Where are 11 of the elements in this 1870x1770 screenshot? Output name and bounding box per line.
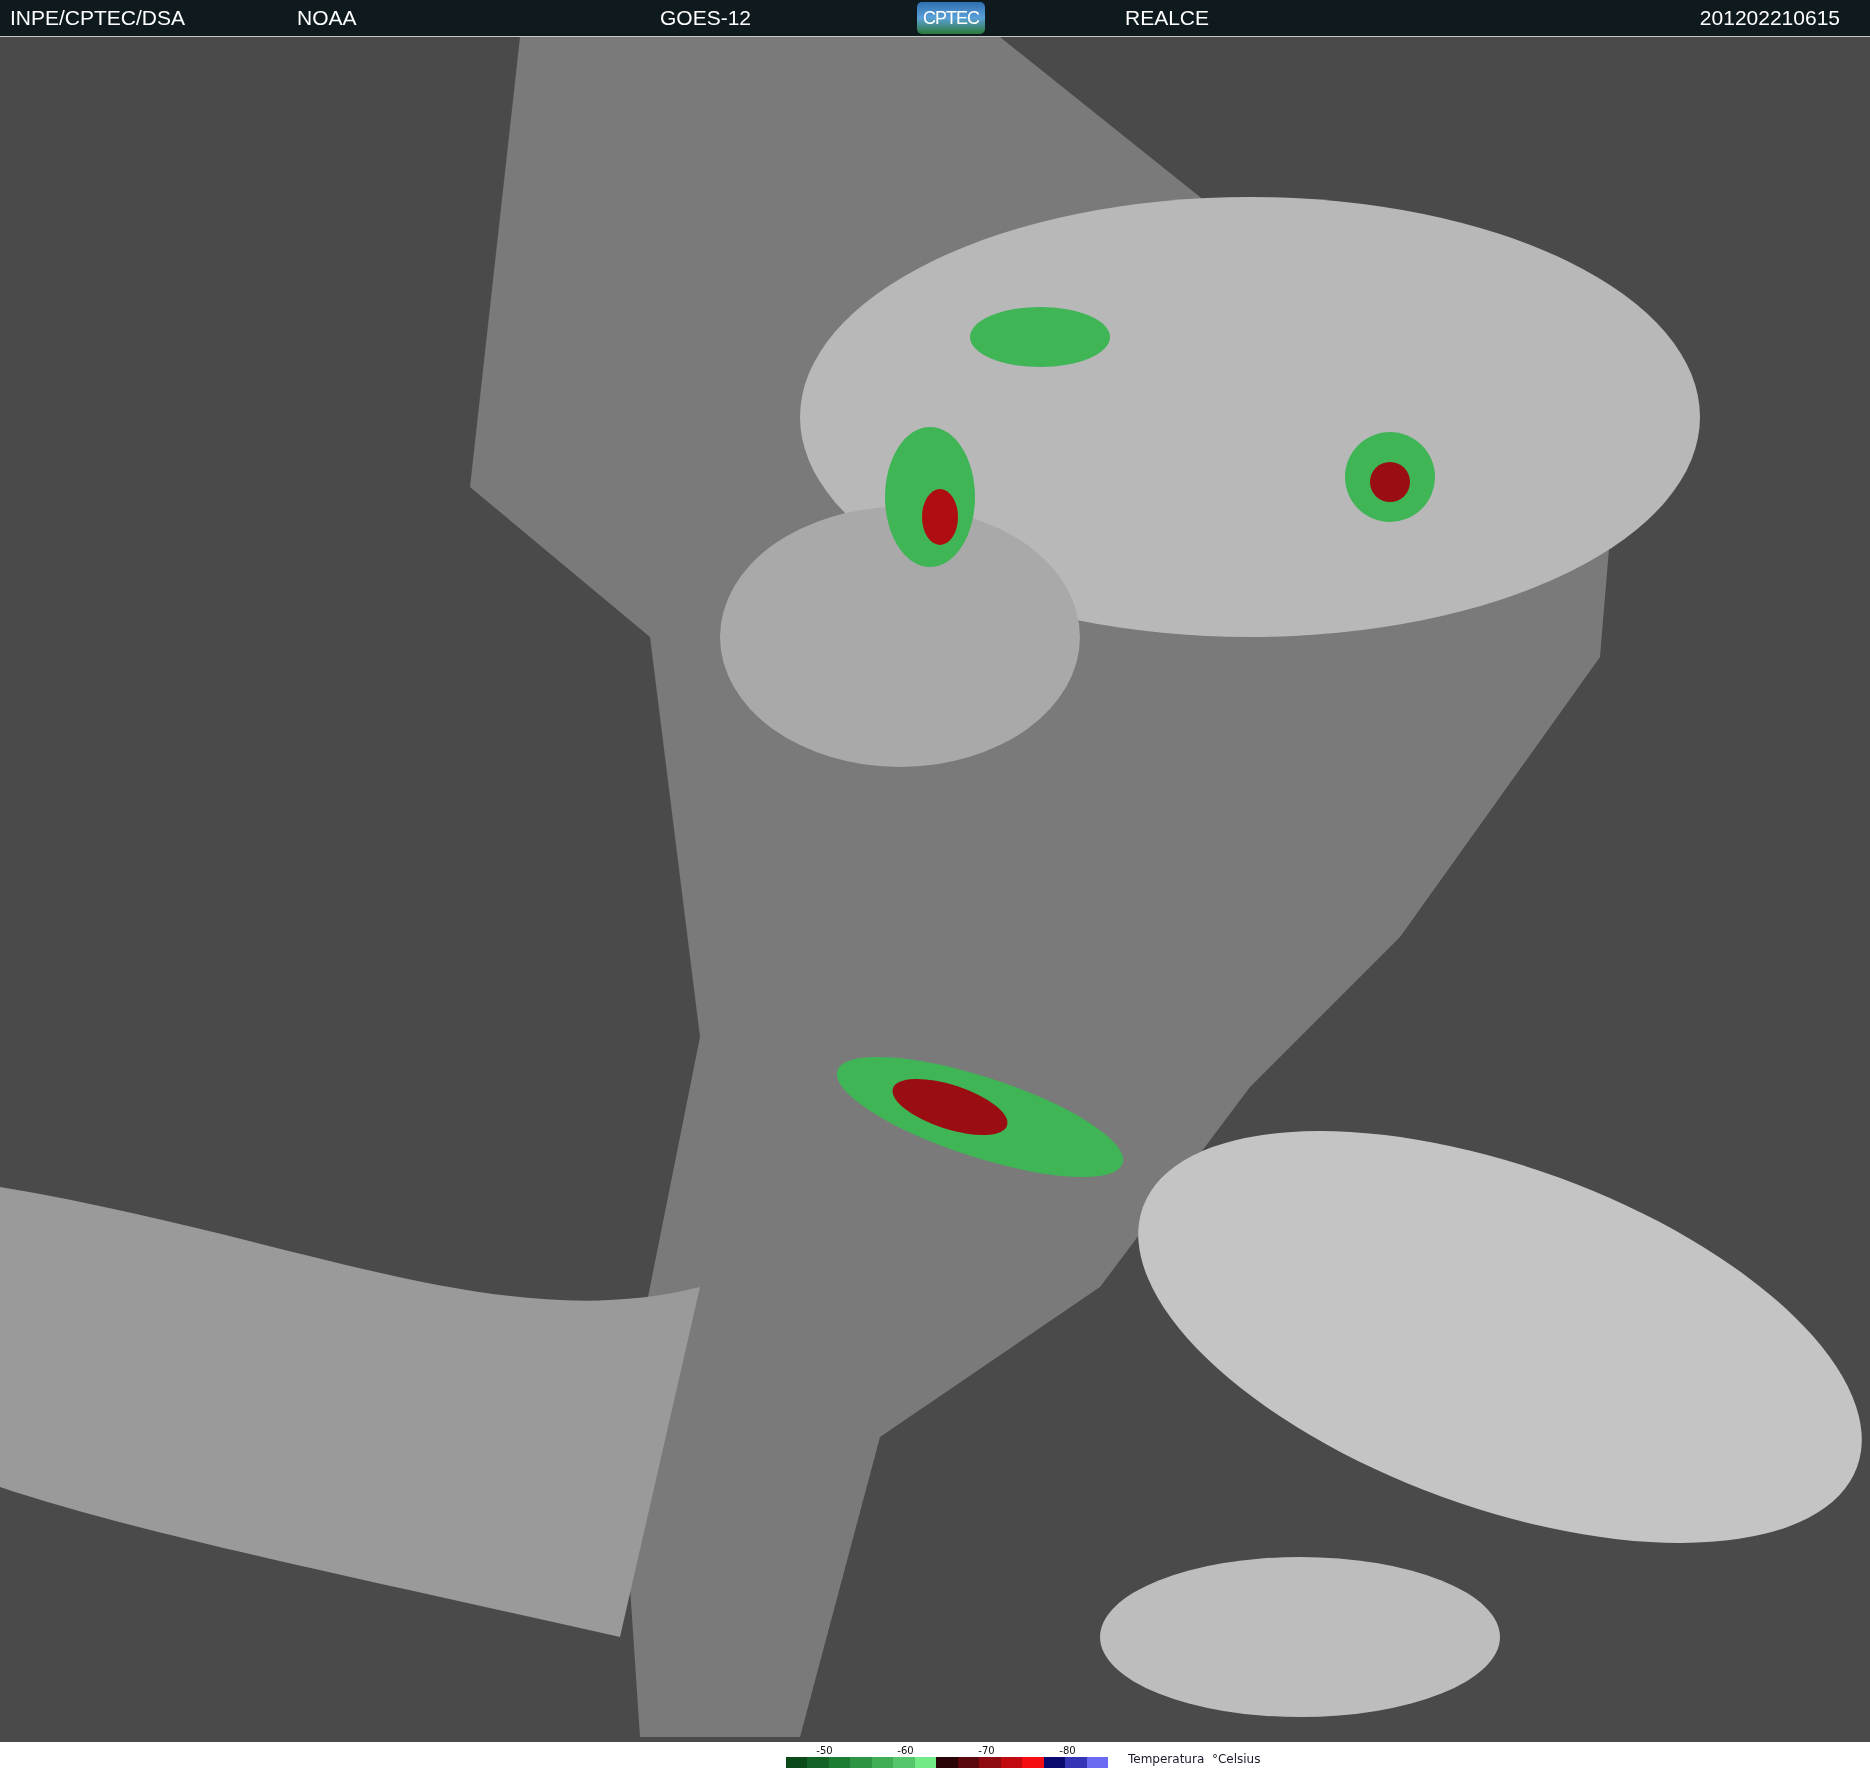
header-label: REALCE <box>1124 6 1210 30</box>
scale-label: -60 <box>896 1745 915 1757</box>
scale-label: -80 <box>1058 1745 1077 1757</box>
scale-label: -70 <box>977 1745 996 1757</box>
header-label: INPE/CPTEC/DSA <box>9 6 186 30</box>
header-label: NOAA <box>296 6 357 30</box>
logo: CPTEC <box>917 2 985 34</box>
legend-title: Temperatura °Celsius <box>1128 1752 1261 1766</box>
scale-label: -50 <box>815 1745 834 1757</box>
header-label: GOES-12 <box>659 6 752 30</box>
timestamp: 201202210615 <box>1699 6 1841 30</box>
